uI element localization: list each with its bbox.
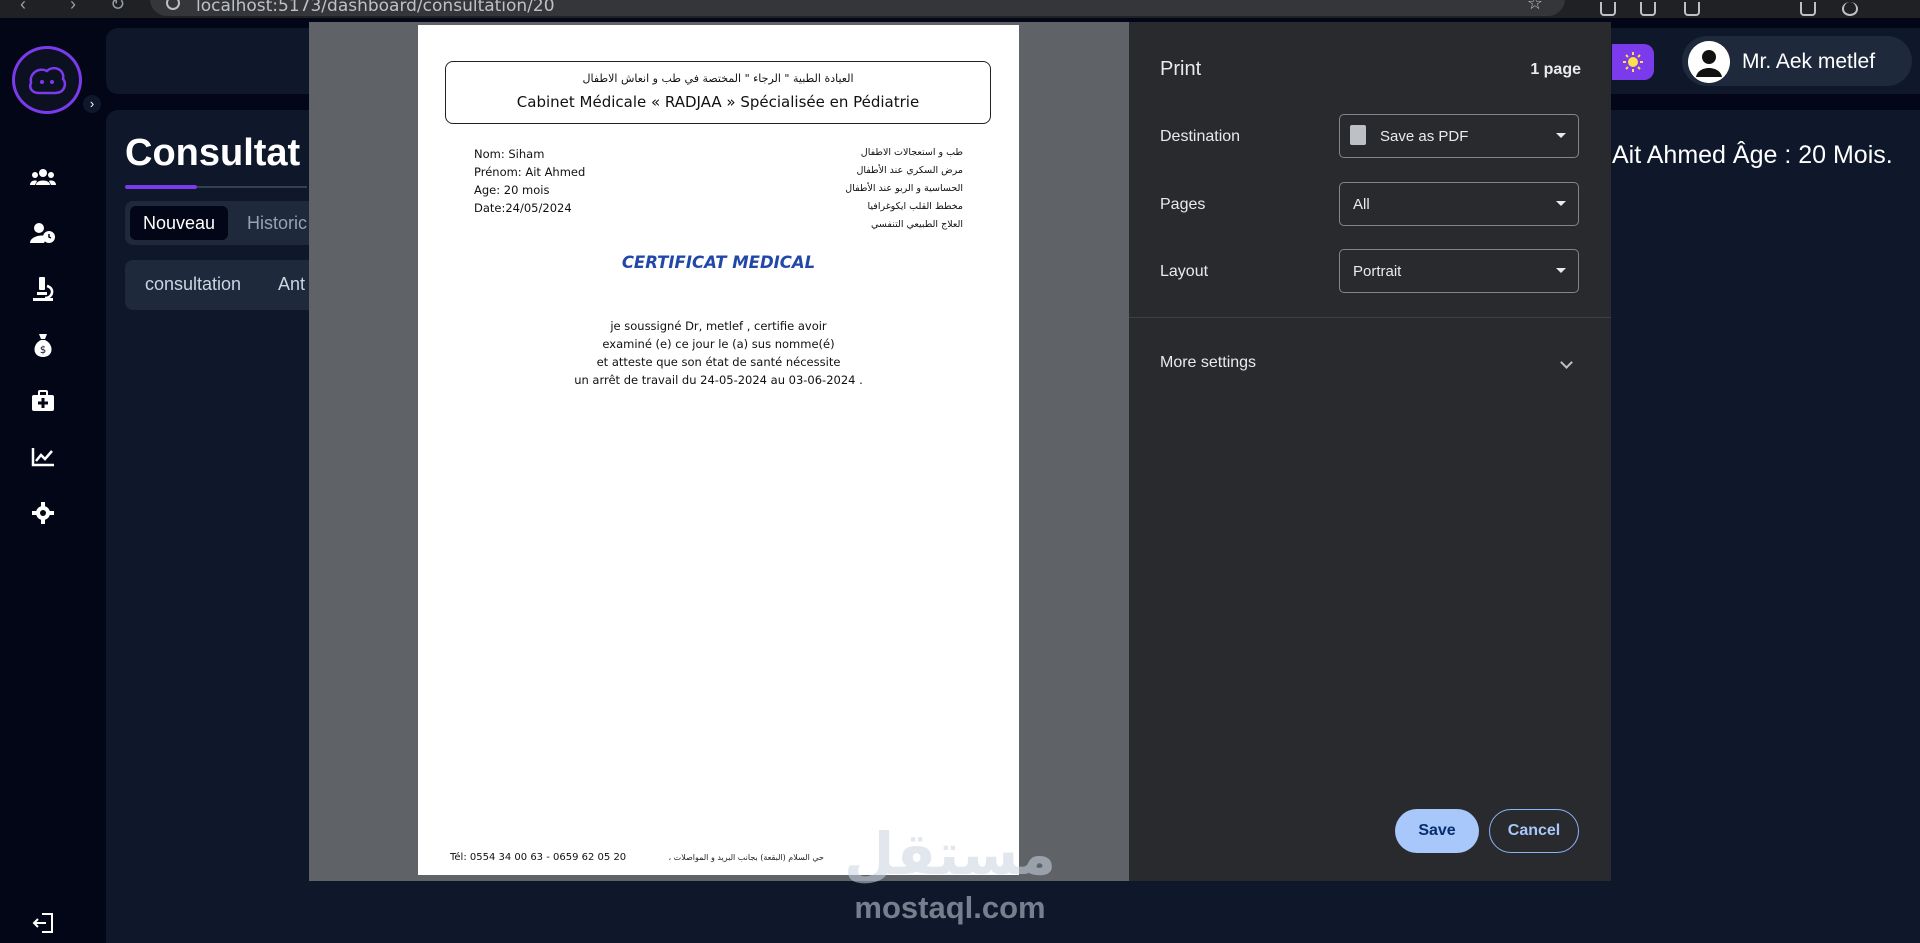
patient-nom: Nom: Siham [474,147,545,161]
pages-value: All [1353,196,1370,213]
document-header: العيادة الطبية " الرجاء " المختصة في طب … [445,61,991,124]
user-name: Mr. Aek metlef [1742,50,1876,73]
avatar [1688,41,1730,83]
destination-label: Destination [1160,128,1241,145]
app-logo[interactable] [12,46,82,114]
certificate-date: Date:24/05/2024 [474,201,572,215]
baby-logo-icon [29,67,67,95]
browser-toolbar: ‹ › ↻ localhost:5173/dashboard/consultat… [0,0,1920,18]
print-settings-panel: Print 1 page Destination Save as PDF Pag… [1129,22,1611,881]
save-button[interactable]: Save [1395,809,1479,853]
title-underline-track [197,186,307,188]
patient-prenom: Prénom: Ait Ahmed [474,165,586,179]
pdf-file-icon [1350,125,1366,145]
footer-phone: Tél: 0554 34 00 63 - 0659 62 05 20 [450,852,627,863]
money-bag-icon[interactable]: $ [30,332,56,358]
extension-icon[interactable] [1600,2,1616,16]
watermark-arabic: مستقل [843,822,1057,887]
header-french: Cabinet Médicale « RADJAA » Spécialisée … [516,93,920,111]
pages-label: Pages [1160,196,1206,213]
title-underline [125,185,197,189]
bookmark-star-icon[interactable]: ☆ [1527,0,1543,14]
chart-line-icon[interactable] [30,444,56,470]
patient-info: Ait Ahmed Âge : 20 Mois. [1612,141,1893,169]
pages-select[interactable]: All [1339,182,1579,226]
footer-address: حي السلام (البقعة) بجانب البريد و المواص… [668,853,824,862]
header-arabic: العيادة الطبية " الرجاء " المختصة في طب … [582,72,854,85]
svg-text:$: $ [40,345,46,356]
back-icon[interactable]: ‹ [20,0,26,15]
sidebar: $ [0,28,88,943]
print-title: Print [1160,58,1202,80]
logout-icon[interactable] [32,912,56,934]
medical-kit-icon[interactable] [30,388,56,414]
print-dialog: العيادة الطبية " الرجاء " المختصة في طب … [309,22,1611,881]
forward-icon[interactable]: › [70,0,76,15]
dropdown-caret-icon [1556,268,1566,273]
gear-icon[interactable] [30,500,56,526]
extension-icon[interactable] [1684,2,1700,16]
layout-select[interactable]: Portrait [1339,249,1579,293]
specialty-line: الحساسية و الربو عند الأطفال [845,183,963,194]
subtab-consultation[interactable]: consultation [145,274,241,295]
divider [1129,317,1611,318]
print-preview-page: العيادة الطبية " الرجاء " المختصة في طب … [418,25,1019,875]
tab-nouveau[interactable]: Nouveau [130,206,229,240]
certificate-body-line: et atteste que son état de santé nécessi… [596,355,841,369]
page-title: Consultat [125,132,301,174]
destination-value: Save as PDF [1380,128,1469,145]
cancel-button[interactable]: Cancel [1489,809,1579,853]
patients-icon[interactable] [30,164,56,190]
print-preview-area: العيادة الطبية " الرجاء " المختصة في طب … [309,22,1129,881]
reload-icon[interactable]: ↻ [110,0,125,15]
chevron-down-icon[interactable] [1560,356,1573,369]
page-count: 1 page [1530,61,1581,78]
tab-historique[interactable]: Historic [234,206,320,240]
url-text: localhost:5173/dashboard/consultation/20 [196,0,555,16]
consultation-tabs: Nouveau Historic [125,201,325,245]
user-menu[interactable]: Mr. Aek metlef [1682,36,1912,86]
more-settings-toggle[interactable]: More settings [1160,354,1256,372]
address-bar[interactable]: localhost:5173/dashboard/consultation/20… [150,0,1565,16]
subtab-antecedents[interactable]: Ant [278,274,305,295]
dropdown-caret-icon [1556,201,1566,206]
consultation-subtabs: consultation Ant [125,260,325,310]
extension-icon[interactable] [1640,2,1656,16]
specialty-line: طب و استعجالات الاطفال [860,147,963,158]
certificate-title: CERTIFICAT MEDICAL [621,253,816,272]
specialty-line: مخطط القلب ايكوغرافيا [867,201,963,212]
profile-icon[interactable] [1842,2,1858,16]
layout-label: Layout [1160,263,1209,280]
theme-toggle-button[interactable] [1612,44,1654,80]
microscope-icon[interactable] [30,276,56,302]
certificate-body-line: examiné (e) ce jour le (a) sus nomme(é) [602,337,835,351]
destination-select[interactable]: Save as PDF [1339,114,1579,158]
certificate-body-line: un arrêt de travail du 24-05-2024 au 03-… [574,373,863,387]
sidebar-collapse-button[interactable]: › [81,93,103,115]
sun-icon [1623,52,1643,72]
layout-value: Portrait [1353,263,1402,280]
watermark: مستقل mostaql.com [820,820,1080,940]
specialty-line: العلاج الطبيعي التنفسي [871,219,963,230]
user-clock-icon[interactable] [30,220,56,246]
certificate-body-line: je soussigné Dr, metlef , certifie avoir [610,319,827,333]
dropdown-caret-icon [1556,133,1566,138]
download-icon[interactable] [1800,2,1816,16]
specialty-line: مرض السكري عند الأطفال [856,165,963,176]
site-info-icon[interactable] [166,0,180,10]
patient-age: Age: 20 mois [474,183,550,197]
watermark-url: mostaql.com [854,890,1046,925]
